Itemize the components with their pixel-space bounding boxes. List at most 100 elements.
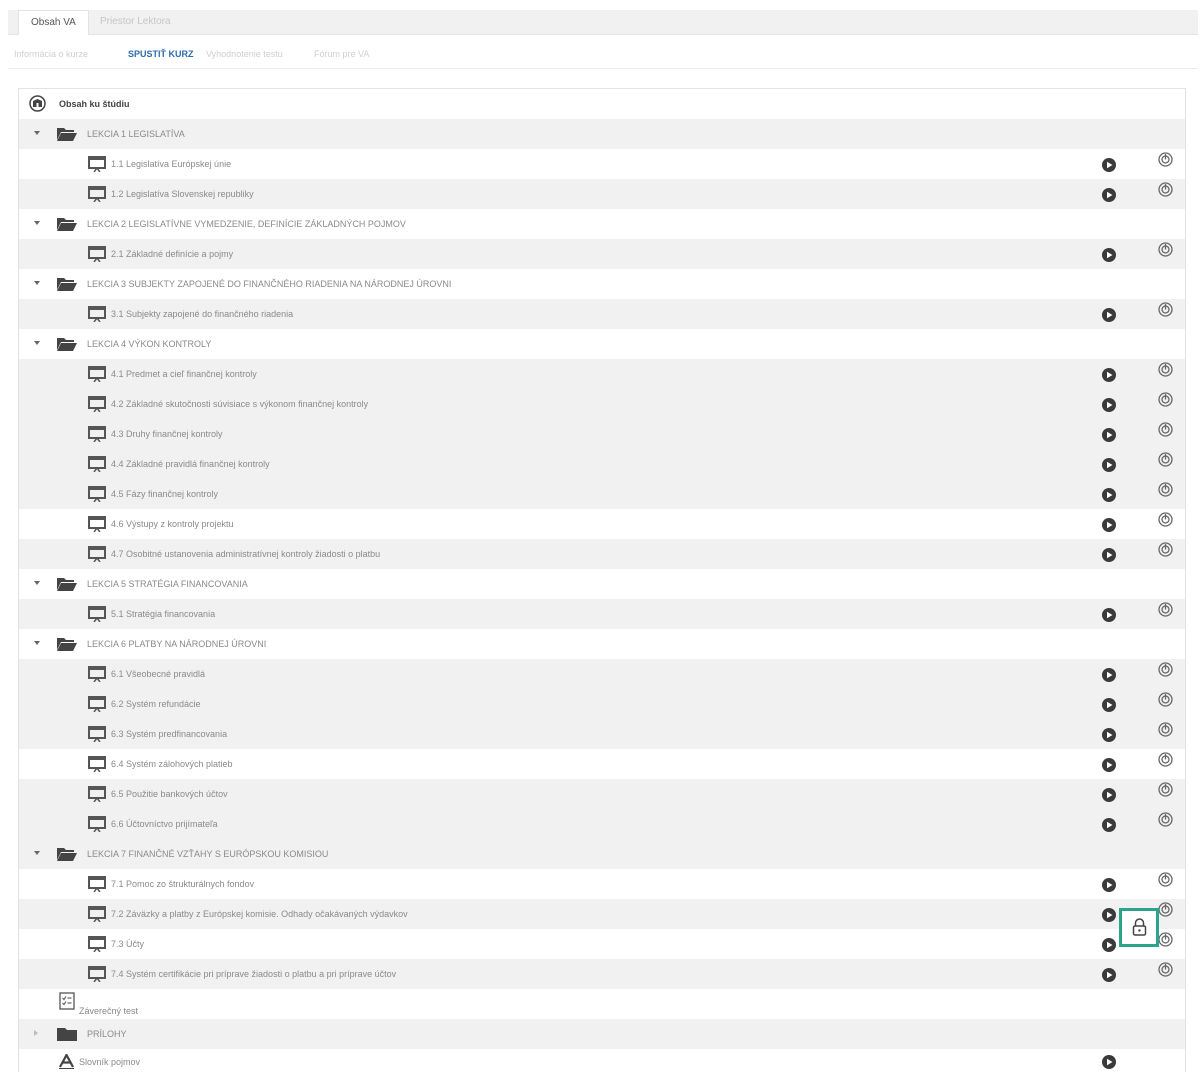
play-circle-icon[interactable]	[1102, 698, 1116, 712]
glossary-row[interactable]: Slovník pojmov	[19, 1049, 1185, 1073]
item-title[interactable]: 4.7 Osobitné ustanovenia administratívne…	[111, 539, 380, 569]
play-circle-icon[interactable]	[1102, 428, 1116, 442]
play-circle-icon[interactable]	[1102, 908, 1116, 922]
stats-icon[interactable]	[1158, 302, 1173, 317]
play-circle-icon[interactable]	[1102, 938, 1116, 952]
play-circle-icon[interactable]	[1102, 788, 1116, 802]
stats-icon[interactable]	[1158, 362, 1173, 377]
item-title[interactable]: 7.4 Systém certifikácie pri príprave žia…	[111, 959, 396, 989]
stats-icon[interactable]	[1158, 422, 1173, 437]
attachments-row[interactable]: PRÍLOHY	[19, 1019, 1185, 1049]
item-title[interactable]: 6.1 Všeobecné pravidlá	[111, 659, 205, 689]
item-row[interactable]: 4.1 Predmet a cieľ finančnej kontroly	[19, 359, 1185, 389]
item-title[interactable]: 6.3 Systém predfinancovania	[111, 719, 227, 749]
item-title[interactable]: 3.1 Subjekty zapojené do finančného riad…	[111, 299, 293, 329]
item-title[interactable]: 1.2 Legislatíva Slovenskej republiky	[111, 179, 254, 209]
item-title[interactable]: 7.1 Pomoc zo štrukturálnych fondov	[111, 869, 254, 899]
sub-tab-forum[interactable]: Fórum pre VA	[314, 44, 369, 64]
stats-icon[interactable]	[1158, 932, 1173, 947]
caret-down-icon[interactable]	[34, 341, 40, 345]
play-circle-icon[interactable]	[1102, 158, 1116, 172]
play-circle-icon[interactable]	[1102, 308, 1116, 322]
item-title[interactable]: 6.4 Systém zálohových platieb	[111, 749, 233, 779]
play-circle-icon[interactable]	[1102, 608, 1116, 622]
caret-down-icon[interactable]	[34, 641, 40, 645]
item-title[interactable]: 4.2 Základné skutočnosti súvisiace s výk…	[111, 389, 368, 419]
item-title[interactable]: 7.3 Účty	[111, 929, 144, 959]
stats-icon[interactable]	[1158, 782, 1173, 797]
item-row[interactable]: 1.1 Legislatíva Európskej únie	[19, 149, 1185, 179]
item-row[interactable]: 6.2 Systém refundácie	[19, 689, 1185, 719]
item-title[interactable]: 4.5 Fázy finančnej kontroly	[111, 479, 218, 509]
caret-down-icon[interactable]	[34, 221, 40, 225]
play-circle-icon[interactable]	[1102, 458, 1116, 472]
stats-icon[interactable]	[1158, 872, 1173, 887]
play-circle-icon[interactable]	[1102, 398, 1116, 412]
item-title[interactable]: 4.6 Výstupy z kontroly projektu	[111, 509, 234, 539]
item-row[interactable]: 6.4 Systém zálohových platieb	[19, 749, 1185, 779]
play-circle-icon[interactable]	[1102, 548, 1116, 562]
stats-icon[interactable]	[1158, 752, 1173, 767]
sub-tab-start-course[interactable]: SPUSTIŤ KURZ	[128, 44, 194, 64]
lesson-title[interactable]: LEKCIA 4 VÝKON KONTROLY	[87, 329, 211, 359]
lesson-title[interactable]: LEKCIA 2 LEGISLATÍVNE VYMEDZENIE, DEFINÍ…	[87, 209, 406, 239]
item-row[interactable]: 7.4 Systém certifikácie pri príprave žia…	[19, 959, 1185, 989]
item-title[interactable]: 6.2 Systém refundácie	[111, 689, 201, 719]
item-row[interactable]: 6.3 Systém predfinancovania	[19, 719, 1185, 749]
glossary-label[interactable]: Slovník pojmov	[79, 1049, 140, 1075]
item-row[interactable]: 7.2 Záväzky a platby z Európskej komisie…	[19, 899, 1185, 929]
stats-icon[interactable]	[1158, 812, 1173, 827]
item-row[interactable]: 7.3 Účty	[19, 929, 1185, 959]
item-row[interactable]: 2.1 Základné definície a pojmy	[19, 239, 1185, 269]
item-title[interactable]: 6.5 Použitie bankových účtov	[111, 779, 228, 809]
caret-down-icon[interactable]	[34, 851, 40, 855]
lesson-title[interactable]: LEKCIA 5 STRATÉGIA FINANCOVANIA	[87, 569, 248, 599]
item-title[interactable]: 4.4 Základné pravidlá finančnej kontroly	[111, 449, 270, 479]
play-circle-icon[interactable]	[1102, 728, 1116, 742]
attachments-label[interactable]: PRÍLOHY	[87, 1019, 127, 1049]
lesson-title[interactable]: LEKCIA 6 PLATBY NA NÁRODNEJ ÚROVNI	[87, 629, 266, 659]
caret-down-icon[interactable]	[34, 131, 40, 135]
caret-down-icon[interactable]	[34, 581, 40, 585]
stats-icon[interactable]	[1158, 452, 1173, 467]
lesson-row[interactable]: LEKCIA 4 VÝKON KONTROLY	[19, 329, 1185, 359]
lesson-title[interactable]: LEKCIA 7 FINANČNÉ VZŤAHY S EURÓPSKOU KOM…	[87, 839, 328, 869]
play-circle-icon[interactable]	[1102, 488, 1116, 502]
lesson-title[interactable]: LEKCIA 1 LEGISLATÍVA	[87, 119, 185, 149]
sub-tab-test-evaluation[interactable]: Vyhodnotenie testu	[206, 44, 283, 64]
item-row[interactable]: 4.6 Výstupy z kontroly projektu	[19, 509, 1185, 539]
item-title[interactable]: 1.1 Legislatíva Európskej únie	[111, 149, 231, 179]
stats-icon[interactable]	[1158, 722, 1173, 737]
lesson-row[interactable]: LEKCIA 7 FINANČNÉ VZŤAHY S EURÓPSKOU KOM…	[19, 839, 1185, 869]
play-circle-icon[interactable]	[1102, 188, 1116, 202]
item-title[interactable]: 2.1 Základné definície a pojmy	[111, 239, 233, 269]
caret-down-icon[interactable]	[34, 281, 40, 285]
tab-obsah-va[interactable]: Obsah VA	[18, 10, 89, 35]
lock-highlight[interactable]	[1119, 908, 1159, 947]
item-row[interactable]: 6.1 Všeobecné pravidlá	[19, 659, 1185, 689]
item-row[interactable]: 5.1 Stratégia financovania	[19, 599, 1185, 629]
lesson-row[interactable]: LEKCIA 5 STRATÉGIA FINANCOVANIA	[19, 569, 1185, 599]
lesson-title[interactable]: LEKCIA 3 SUBJEKTY ZAPOJENÉ DO FINANČNÉHO…	[87, 269, 451, 299]
item-title[interactable]: 4.3 Druhy finančnej kontroly	[111, 419, 223, 449]
play-circle-icon[interactable]	[1102, 878, 1116, 892]
lesson-row[interactable]: LEKCIA 3 SUBJEKTY ZAPOJENÉ DO FINANČNÉHO…	[19, 269, 1185, 299]
item-row[interactable]: 7.1 Pomoc zo štrukturálnych fondov	[19, 869, 1185, 899]
stats-icon[interactable]	[1158, 662, 1173, 677]
stats-icon[interactable]	[1158, 602, 1173, 617]
item-row[interactable]: 6.5 Použitie bankových účtov	[19, 779, 1185, 809]
item-row[interactable]: 1.2 Legislatíva Slovenskej republiky	[19, 179, 1185, 209]
play-circle-icon[interactable]	[1102, 518, 1116, 532]
item-row[interactable]: 6.6 Účtovníctvo prijímateľa	[19, 809, 1185, 839]
stats-icon[interactable]	[1158, 542, 1173, 557]
play-circle-icon[interactable]	[1102, 668, 1116, 682]
stats-icon[interactable]	[1158, 182, 1173, 197]
item-row[interactable]: 3.1 Subjekty zapojené do finančného riad…	[19, 299, 1185, 329]
stats-icon[interactable]	[1158, 482, 1173, 497]
lesson-row[interactable]: LEKCIA 2 LEGISLATÍVNE VYMEDZENIE, DEFINÍ…	[19, 209, 1185, 239]
final-test-row[interactable]: Záverečný test	[19, 989, 1185, 1019]
item-row[interactable]: 4.2 Základné skutočnosti súvisiace s výk…	[19, 389, 1185, 419]
stats-icon[interactable]	[1158, 242, 1173, 257]
play-circle-icon[interactable]	[1102, 1055, 1116, 1069]
stats-icon[interactable]	[1158, 902, 1173, 917]
